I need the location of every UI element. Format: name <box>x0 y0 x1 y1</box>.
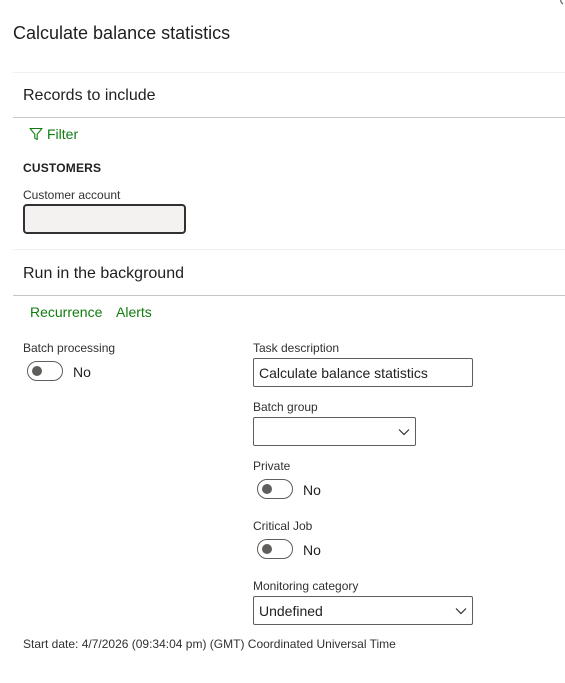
corner-icon[interactable] <box>556 0 565 10</box>
toggle-knob <box>32 366 42 376</box>
batch-group-label: Batch group <box>253 400 318 414</box>
filter-label: Filter <box>47 126 79 142</box>
page-title: Calculate balance statistics <box>13 23 231 43</box>
batch-processing-toggle[interactable] <box>27 361 63 381</box>
toggle-knob <box>262 484 272 494</box>
filter-button[interactable]: Filter <box>29 126 78 142</box>
funnel-icon <box>29 127 43 141</box>
chevron-down-icon <box>455 608 467 615</box>
group-label-customers: CUSTOMERS <box>23 161 102 175</box>
task-description-label: Task description <box>253 341 340 355</box>
private-value: No <box>303 482 321 498</box>
section-title-records[interactable]: Records to include <box>23 87 156 105</box>
divider <box>13 295 565 296</box>
divider <box>13 72 565 73</box>
critical-job-toggle[interactable] <box>257 539 293 559</box>
monitoring-category-label: Monitoring category <box>253 579 359 593</box>
monitoring-category-value: Undefined <box>259 603 323 619</box>
private-toggle[interactable] <box>257 479 293 499</box>
critical-job-value: No <box>303 542 321 558</box>
batch-processing-value: No <box>73 364 91 380</box>
start-date-text: Start date: 4/7/2026 (09:34:04 pm) (GMT)… <box>23 637 396 651</box>
task-description-input[interactable]: Calculate balance statistics <box>253 358 473 387</box>
private-label: Private <box>253 459 291 473</box>
chevron-down-icon <box>398 429 410 436</box>
recurrence-link[interactable]: Recurrence <box>30 304 102 320</box>
customer-account-label: Customer account <box>23 188 121 202</box>
section-title-background[interactable]: Run in the background <box>23 265 184 283</box>
monitoring-category-select[interactable]: Undefined <box>253 596 473 625</box>
divider <box>13 117 565 118</box>
batch-processing-label: Batch processing <box>23 341 116 355</box>
batch-group-select[interactable] <box>253 417 416 446</box>
alerts-link[interactable]: Alerts <box>116 304 152 320</box>
customer-account-input[interactable] <box>23 204 186 234</box>
toggle-knob <box>262 544 272 554</box>
critical-job-label: Critical Job <box>253 519 313 533</box>
divider <box>13 249 565 250</box>
